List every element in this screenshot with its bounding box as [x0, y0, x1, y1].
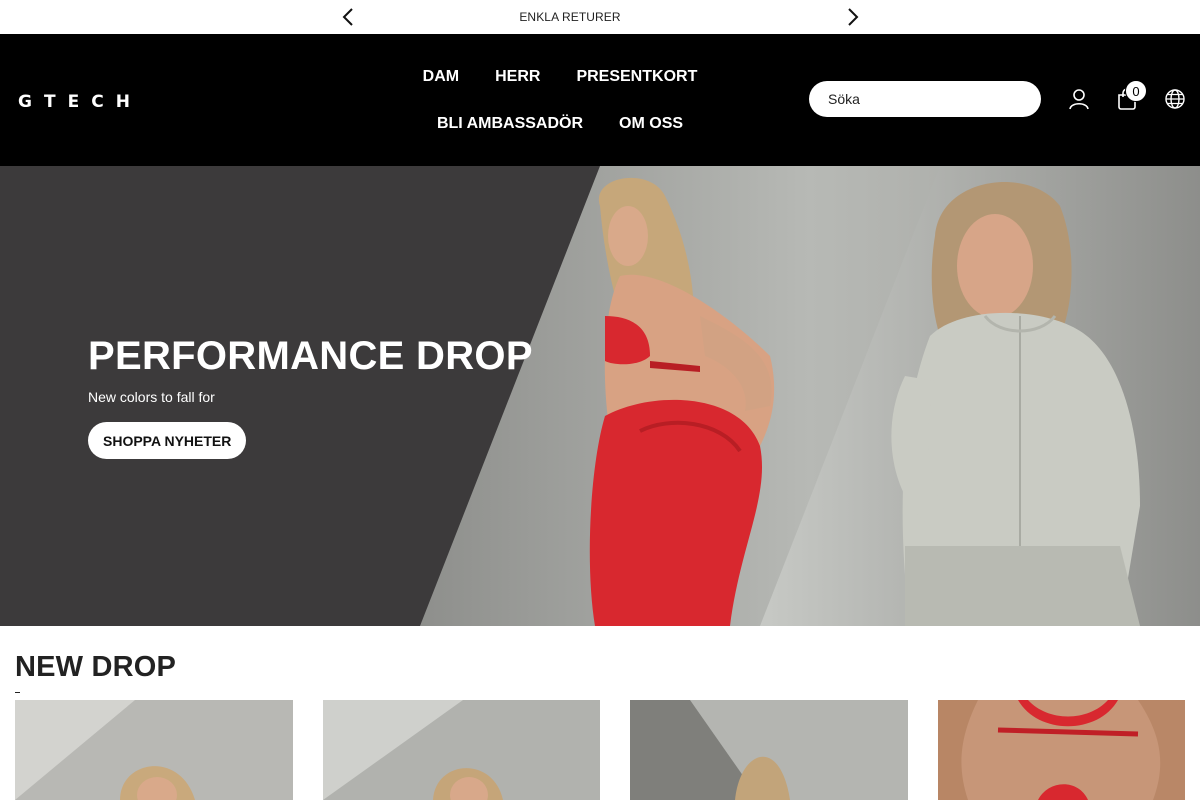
logo-letter: G [18, 92, 35, 112]
logo-letter: H [115, 92, 133, 112]
product-image [630, 700, 908, 800]
hero-banner[interactable]: PERFORMANCE DROP New colors to fall for … [0, 166, 1200, 626]
product-image [15, 700, 293, 800]
section-title: NEW DROP [15, 651, 177, 683]
announcement-bar: ENKLA RETURER [0, 0, 1200, 34]
main-nav: DAM HERR PRESENTKORT BLI AMBASSADÖR OM O… [380, 34, 740, 166]
hero-subtitle: New colors to fall for [88, 389, 215, 405]
product-card[interactable] [323, 700, 600, 800]
nav-item-presentkort[interactable]: PRESENTKORT [576, 68, 697, 86]
nav-item-herr[interactable]: HERR [495, 68, 540, 86]
shop-news-button[interactable]: SHOPPA NYHETER [88, 422, 247, 459]
nav-item-dam[interactable]: DAM [423, 68, 459, 86]
logo-letter: T [43, 92, 59, 112]
announcement-text: ENKLA RETURER [519, 10, 621, 24]
product-card[interactable] [630, 700, 908, 800]
nav-row: DAM HERR PRESENTKORT [380, 68, 740, 86]
logo-letter: E [67, 92, 83, 112]
nav-row: BLI AMBASSADÖR OM OSS [380, 115, 740, 133]
product-card[interactable] [15, 700, 293, 800]
product-image [323, 700, 600, 800]
cart-count-badge: 0 [1125, 80, 1147, 102]
gtech-logo[interactable]: G T E C H [18, 92, 133, 112]
nav-item-ambassador[interactable]: BLI AMBASSADÖR [437, 115, 583, 133]
title-underline [15, 692, 20, 693]
site-header: G T E C H DAM HERR PRESENTKORT BLI AMBAS… [0, 34, 1200, 166]
product-image [938, 700, 1185, 800]
logo-letter: C [91, 92, 107, 112]
globe-icon[interactable] [1163, 87, 1187, 111]
chevron-right-icon[interactable] [842, 6, 864, 28]
nav-item-om-oss[interactable]: OM OSS [619, 115, 683, 133]
hero-title: PERFORMANCE DROP [88, 334, 533, 378]
product-card[interactable] [938, 700, 1185, 800]
user-icon[interactable] [1067, 87, 1091, 111]
search-input[interactable] [809, 81, 1041, 117]
